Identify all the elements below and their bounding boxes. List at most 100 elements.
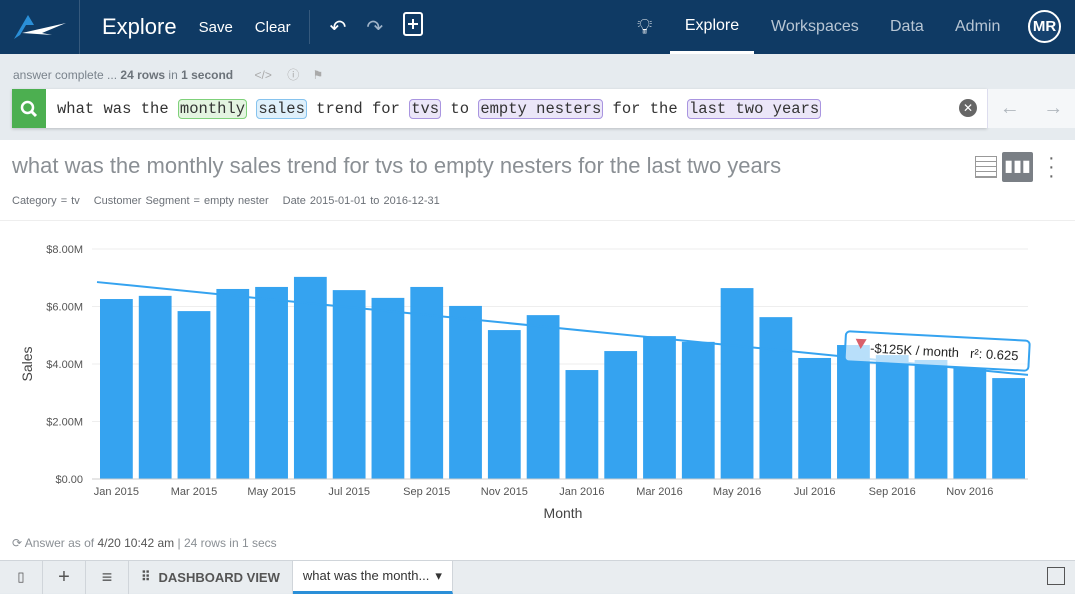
bar [371,297,405,479]
top-nav: Explore Save Clear ↶ ↷ 💡︎ Explore Worksp… [0,0,1075,54]
footer-rest: | 24 rows in 1 secs [174,536,277,550]
redo-icon[interactable]: ↷ [366,15,383,40]
y-tick-label: $8.00M [46,244,83,256]
x-tick-label: Nov 2016 [946,486,993,498]
app-logo[interactable] [0,0,80,54]
x-tick-label: Jan 2016 [559,486,604,498]
save-button[interactable]: Save [199,19,233,36]
refresh-icon[interactable]: ⟳ [12,536,22,550]
bar [138,295,172,479]
tab-label: what was the month... [302,568,430,583]
bar [565,370,599,479]
bar [643,336,676,479]
x-tick-label: Jan 2015 [94,486,139,498]
lightbulb-icon[interactable]: 💡︎ [637,0,652,54]
chevron-down-icon[interactable]: ▾ [435,568,442,584]
token-monthly[interactable]: monthly [177,98,248,119]
bar [914,359,948,479]
history-nav: ← → [987,89,1075,128]
answer-footer: ⟳ Answer as of 4/20 10:42 am | 24 rows i… [12,536,277,550]
query-text: trend for [306,99,410,118]
bar [992,378,1025,479]
trend-r2: r²: 0.625 [970,346,1019,364]
x-axis-label: Month [544,505,583,521]
bar [837,345,870,479]
nav-data[interactable]: Data [890,0,924,54]
divider [308,10,310,44]
status-time: 1 second [181,68,234,82]
y-tick-label: $2.00M [46,417,83,429]
status-text: answer complete ... 24 rows in 1 second … [13,66,323,83]
y-tick-label: $6.00M [46,302,83,314]
x-tick-label: May 2015 [247,486,295,498]
add-to-pinboard-icon[interactable] [403,12,424,42]
code-icon[interactable]: </> [254,68,271,82]
answer-card: what was the monthly sales trend for tvs… [0,140,1075,560]
x-tick-label: Sep 2015 [403,486,450,498]
search-input[interactable]: what was the monthly sales trend for tvs… [57,98,822,119]
x-tick-label: Jul 2015 [328,486,370,498]
list-icon[interactable]: ≡ [86,560,129,594]
x-tick-label: Nov 2015 [481,486,528,498]
add-tab-icon[interactable]: + [43,560,86,594]
trend-callout: -$125K / month r²: 0.625 [843,330,1031,372]
bar [759,317,793,479]
grid-icon: ⠿ [141,569,151,584]
bar [720,288,754,479]
footer-prefix: Answer as of [24,536,98,550]
nav-workspaces[interactable]: Workspaces [771,0,859,54]
nav-admin[interactable]: Admin [955,0,1000,54]
bar [604,351,638,479]
status-prefix: answer complete ... [13,68,121,82]
token-last-two-years[interactable]: last two years [686,98,822,119]
token-tvs[interactable]: tvs [409,98,442,119]
search-icon[interactable] [12,89,46,128]
search-bar[interactable]: what was the monthly sales trend for tvs… [12,89,987,128]
clear-search-icon[interactable]: ✕ [959,99,977,117]
bar [177,311,211,479]
bottom-bar: ▯ + ≡ ⠿ DASHBOARD VIEW what was the month… [0,560,1075,594]
bar [255,286,288,479]
nav-explore[interactable]: Explore [670,0,754,54]
query-text: what was the [57,99,178,118]
x-tick-label: Sep 2016 [869,486,916,498]
info-icon[interactable]: ⓘ [287,68,299,82]
y-tick-label: $0.00 [55,474,83,486]
forward-arrow-icon[interactable]: → [1043,97,1063,120]
dashboard-view-button[interactable]: ⠿ DASHBOARD VIEW [129,560,293,594]
tab-answer[interactable]: what was the month... ▾ [292,560,453,594]
flag-icon[interactable]: ⚑ [313,68,324,82]
sidebar-toggle-icon[interactable]: ▯ [0,560,43,594]
bar [216,288,250,479]
query-text: to [441,99,479,118]
bar [798,357,832,479]
sales-chart: $0.00 $2.00M $4.00M $6.00M $8.00M Jan 2015 Mar… [19,244,1031,521]
page-title: Explore [102,14,177,39]
token-empty-nesters[interactable]: empty nesters [478,98,604,119]
x-tick-label: Mar 2016 [636,486,682,498]
bar [293,276,327,479]
bar [100,299,133,479]
bar [449,305,482,479]
undo-icon[interactable]: ↶ [330,15,347,40]
query-text: for the [603,99,687,118]
x-tick-label: Jul 2016 [794,486,836,498]
panel-toggle-icon[interactable] [1047,567,1065,585]
token-sales[interactable]: sales [256,98,307,119]
status-mid: in [165,68,182,82]
back-arrow-icon[interactable]: ← [1000,97,1020,120]
bar [953,368,987,479]
y-axis-label: Sales [19,346,35,381]
bar [487,330,521,479]
dashboard-label: DASHBOARD VIEW [158,569,280,585]
bar [332,290,366,479]
bar [681,341,715,479]
bar [526,315,560,479]
x-tick-label: May 2016 [713,486,761,498]
avatar[interactable]: MR [1028,10,1061,43]
x-tick-label: Mar 2015 [171,486,217,498]
footer-time: 4/20 10:42 am [97,536,175,550]
clear-button[interactable]: Clear [255,19,291,36]
bar [875,355,909,479]
y-tick-label: $4.00M [46,359,83,371]
